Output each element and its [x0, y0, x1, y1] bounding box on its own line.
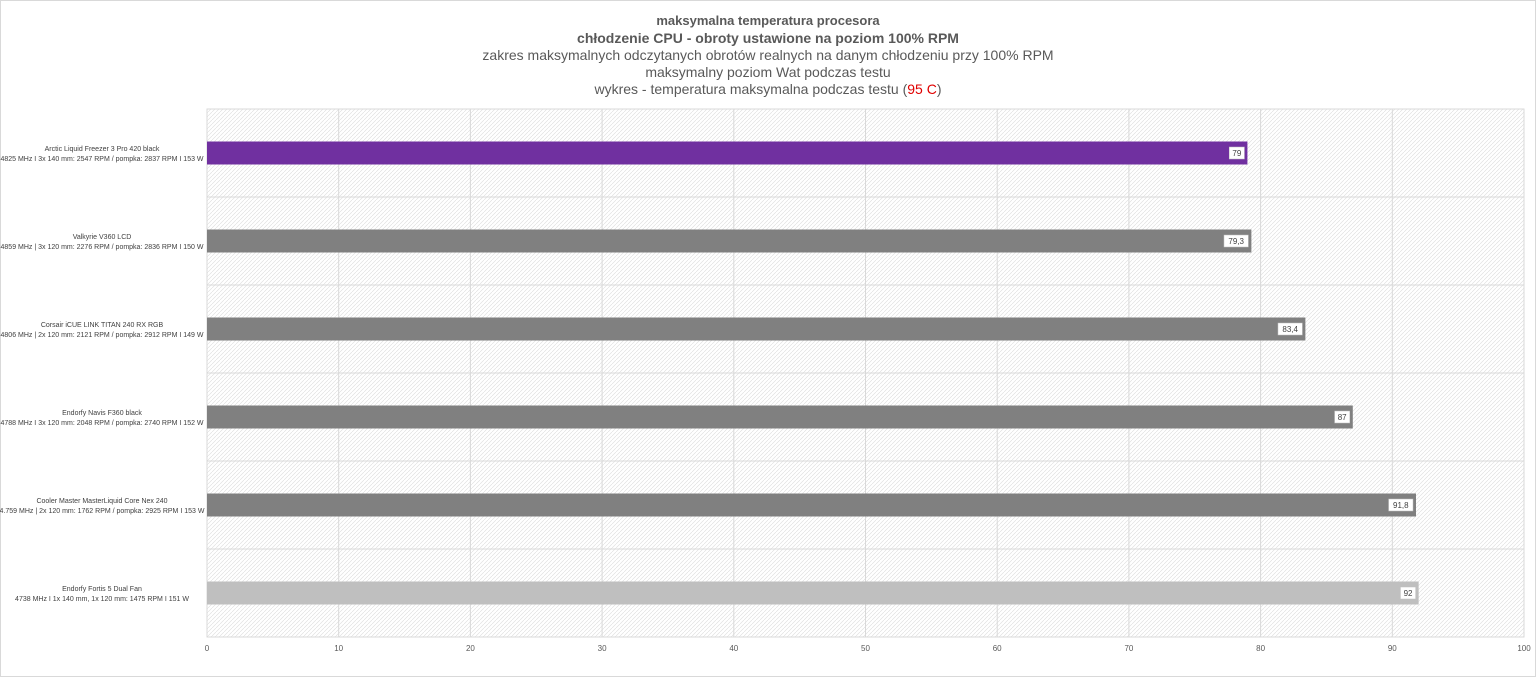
category-label-specs: 4825 MHz I 3x 140 mm: 2547 RPM / pompka:…	[0, 156, 203, 163]
data-label: 79	[1232, 149, 1241, 158]
x-tick-label: 50	[861, 644, 870, 653]
category-label-specs: 4806 MHz | 2x 120 mm: 2121 RPM / pompka:…	[1, 332, 204, 339]
category-label-name: Endorfy Navis F360 black	[62, 410, 142, 417]
data-label: 79,3	[1228, 237, 1244, 246]
category-label-name: Valkyrie V360 LCD	[73, 234, 132, 241]
x-tick-label: 70	[1124, 644, 1133, 653]
category-label-name: Endorfy Fortis 5 Dual Fan	[62, 586, 142, 593]
category-label-specs: 4788 MHz I 3x 120 mm: 2048 RPM / pompka:…	[0, 420, 203, 427]
x-tick-label: 90	[1388, 644, 1397, 653]
x-tick-label: 30	[598, 644, 607, 653]
data-label: 83,4	[1282, 325, 1298, 334]
bar	[207, 493, 1417, 517]
x-tick-label: 20	[466, 644, 475, 653]
bar	[207, 405, 1353, 429]
bar	[207, 229, 1252, 253]
category-label-name: Cooler Master MasterLiquid Core Nex 240	[36, 498, 167, 505]
category-label-specs: 4738 MHz I 1x 140 mm, 1x 120 mm: 1475 RP…	[15, 596, 189, 603]
bar	[207, 141, 1248, 165]
bar	[207, 317, 1306, 341]
category-label-specs: 4859 MHz | 3x 120 mm: 2276 RPM / pompka:…	[1, 244, 204, 251]
category-label-name: Arctic Liquid Freezer 3 Pro 420 black	[45, 146, 160, 153]
x-tick-label: 60	[993, 644, 1002, 653]
bar	[207, 581, 1419, 605]
data-label: 87	[1338, 413, 1347, 422]
x-tick-label: 40	[729, 644, 738, 653]
x-tick-label: 10	[334, 644, 343, 653]
data-label: 91,8	[1393, 501, 1409, 510]
data-label: 92	[1404, 589, 1413, 598]
x-tick-label: 80	[1256, 644, 1265, 653]
x-tick-label: 100	[1517, 644, 1531, 653]
x-tick-label: 0	[205, 644, 210, 653]
category-label-name: Corsair iCUE LINK TITAN 240 RX RGB	[41, 322, 164, 329]
category-label-specs: 4.759 MHz | 2x 120 mm: 1762 RPM / pompka…	[0, 508, 205, 515]
bar-chart: 0 10 20 30 40 50 60 70 80 90 100 79 Arctic Liquid Fr…	[0, 108, 1531, 653]
